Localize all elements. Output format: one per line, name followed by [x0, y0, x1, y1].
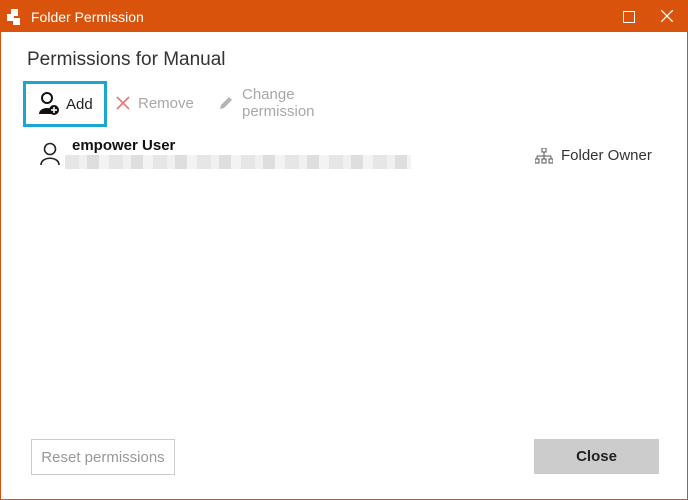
remove-button[interactable]: Remove — [116, 81, 194, 125]
window-close-button[interactable] — [647, 1, 687, 32]
reset-permissions-button[interactable]: Reset permissions — [31, 439, 175, 475]
user-email-redacted — [65, 155, 411, 169]
add-button[interactable]: Add — [23, 81, 107, 127]
remove-icon — [116, 96, 130, 110]
app-icon — [7, 9, 23, 25]
window-title: Folder Permission — [31, 9, 144, 25]
user-icon — [39, 142, 61, 171]
user-role: Folder Owner — [535, 147, 652, 164]
user-name: empower User — [72, 137, 176, 154]
change-permission-label: Change permission — [242, 86, 315, 120]
close-icon — [661, 10, 673, 22]
add-label: Add — [66, 95, 93, 113]
role-label: Folder Owner — [561, 147, 652, 164]
change-permission-button[interactable]: Change permission — [218, 81, 315, 125]
dialog-heading: Permissions for Manual — [27, 49, 226, 70]
maximize-button[interactable] — [610, 1, 647, 32]
user-list-item[interactable]: empower User Folder Owner — [37, 135, 667, 175]
pencil-icon — [218, 95, 234, 111]
add-user-icon — [38, 92, 60, 116]
close-button[interactable]: Close — [534, 439, 659, 474]
hierarchy-icon — [535, 147, 553, 164]
folder-permission-window: Folder Permission Permissions for Manual… — [0, 0, 688, 500]
title-bar: Folder Permission — [1, 1, 687, 32]
remove-label: Remove — [138, 94, 194, 112]
